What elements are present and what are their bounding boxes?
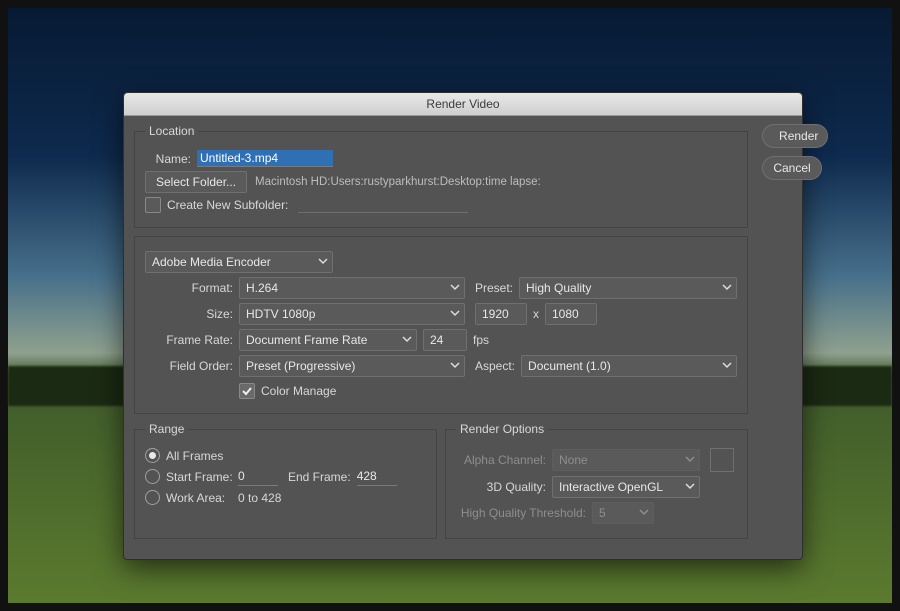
aspect-dropdown[interactable]: Document (1.0) — [521, 355, 737, 377]
chevron-down-icon — [450, 308, 460, 318]
alpha-dropdown: None — [552, 449, 700, 471]
quality-label: 3D Quality: — [456, 480, 552, 494]
encoder-dropdown[interactable]: Adobe Media Encoder — [145, 251, 333, 273]
aspect-label: Aspect: — [475, 359, 515, 373]
start-frame-label: Start Frame: — [166, 470, 238, 484]
alpha-label: Alpha Channel: — [456, 453, 552, 467]
render-button[interactable]: Render — [762, 124, 828, 148]
framerate-num-input[interactable]: 24 — [423, 329, 467, 351]
chevron-down-icon — [450, 360, 460, 370]
format-label: Format: — [145, 281, 239, 295]
framerate-dropdown[interactable]: Document Frame Rate — [239, 329, 417, 351]
chevron-down-icon — [639, 507, 649, 517]
chevron-down-icon — [722, 282, 732, 292]
alpha-value: None — [559, 453, 588, 467]
encoder-dropdown-value: Adobe Media Encoder — [152, 255, 271, 269]
format-value: H.264 — [246, 281, 278, 295]
encoder-group: Adobe Media Encoder Format: H.264 Preset… — [134, 236, 748, 414]
dialog-title: Render Video — [426, 97, 499, 111]
cancel-button[interactable]: Cancel — [762, 156, 822, 180]
threshold-value: 5 — [599, 506, 606, 520]
chevron-down-icon — [685, 481, 695, 491]
create-subfolder-label: Create New Subfolder: — [167, 198, 288, 212]
aspect-value: Document (1.0) — [528, 359, 611, 373]
work-area-radio[interactable] — [145, 490, 160, 505]
name-input[interactable] — [197, 150, 333, 167]
range-legend: Range — [145, 422, 188, 436]
work-area-value: 0 to 428 — [238, 491, 281, 505]
framerate-label: Frame Rate: — [145, 333, 239, 347]
framerate-value: Document Frame Rate — [246, 333, 367, 347]
render-options-legend: Render Options — [456, 422, 548, 436]
work-area-label: Work Area: — [166, 491, 238, 505]
end-frame-input[interactable] — [357, 467, 397, 486]
size-label: Size: — [145, 307, 239, 321]
chevron-down-icon — [685, 454, 695, 464]
color-manage-label: Color Manage — [261, 384, 336, 398]
size-value: HDTV 1080p — [246, 307, 315, 321]
preset-value: High Quality — [526, 281, 591, 295]
width-input[interactable]: 1920 — [475, 303, 527, 325]
threshold-dropdown: 5 — [592, 502, 654, 524]
folder-path: Macintosh HD:Users:rustyparkhurst:Deskto… — [255, 176, 541, 188]
format-dropdown[interactable]: H.264 — [239, 277, 465, 299]
fieldorder-dropdown[interactable]: Preset (Progressive) — [239, 355, 465, 377]
fieldorder-label: Field Order: — [145, 359, 239, 373]
dialog-titlebar: Render Video — [124, 93, 802, 116]
start-frame-radio[interactable] — [145, 469, 160, 484]
select-folder-button[interactable]: Select Folder... — [145, 171, 247, 193]
create-subfolder-checkbox[interactable] — [145, 197, 161, 213]
all-frames-label: All Frames — [166, 449, 223, 463]
preset-label: Preset: — [475, 281, 513, 295]
size-x: x — [533, 307, 539, 321]
subfolder-name-input[interactable] — [298, 198, 468, 213]
chevron-down-icon — [318, 256, 328, 266]
fieldorder-value: Preset (Progressive) — [246, 359, 355, 373]
quality-dropdown[interactable]: Interactive OpenGL — [552, 476, 700, 498]
chevron-down-icon — [722, 360, 732, 370]
height-input[interactable]: 1080 — [545, 303, 597, 325]
preset-dropdown[interactable]: High Quality — [519, 277, 737, 299]
location-legend: Location — [145, 124, 198, 138]
threshold-label: High Quality Threshold: — [456, 506, 592, 520]
chevron-down-icon — [402, 334, 412, 344]
size-dropdown[interactable]: HDTV 1080p — [239, 303, 465, 325]
render-options-group: Render Options Alpha Channel: None 3D Qu… — [445, 422, 748, 539]
alpha-matte-swatch — [710, 448, 734, 472]
fps-label: fps — [473, 333, 489, 347]
start-frame-input[interactable] — [238, 467, 278, 486]
chevron-down-icon — [450, 282, 460, 292]
color-manage-checkbox[interactable] — [239, 383, 255, 399]
quality-value: Interactive OpenGL — [559, 480, 663, 494]
desktop-background: Render Video Location Name: Select Folde… — [0, 0, 900, 611]
location-group: Location Name: Select Folder... Macintos… — [134, 124, 748, 228]
render-video-dialog: Render Video Location Name: Select Folde… — [123, 92, 803, 560]
range-group: Range All Frames Start Frame: End Frame: — [134, 422, 437, 539]
all-frames-radio[interactable] — [145, 448, 160, 463]
end-frame-label: End Frame: — [288, 470, 351, 484]
name-label: Name: — [145, 152, 197, 166]
